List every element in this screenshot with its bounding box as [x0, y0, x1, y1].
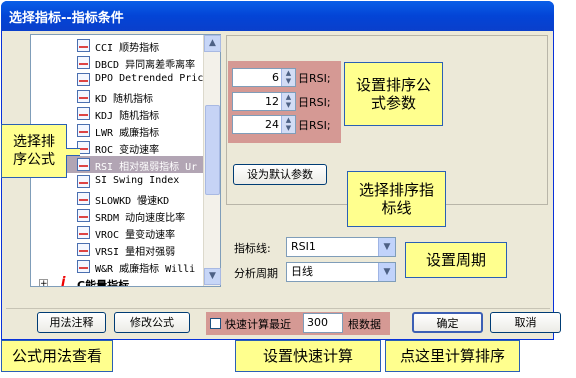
indicator-line-value: RSI1	[291, 240, 316, 253]
formula-icon	[77, 243, 90, 256]
tree-item[interactable]: CCI 顺势指标	[31, 37, 206, 54]
callout-text: 设置排序公式参数	[355, 76, 431, 112]
callout-text: 点这里计算排序	[399, 347, 505, 365]
formula-icon	[77, 90, 90, 103]
param-1-value: 6	[272, 71, 279, 84]
formula-icon	[77, 73, 90, 86]
callout-pointer	[66, 148, 80, 156]
scroll-down-button[interactable]: ▼	[204, 268, 221, 285]
callout-choose-line: 选择排序指标线	[347, 171, 446, 227]
tree-item-label: CCI 顺势指标	[95, 43, 160, 54]
tree-item[interactable]: KDJ 随机指标	[31, 105, 206, 122]
param-2-value: 12	[265, 95, 279, 108]
spinner-arrows-icon[interactable]: ▲ ▼	[281, 69, 295, 86]
tree-item[interactable]: VRSI 量相对强弱	[31, 241, 206, 258]
tree-item-label: RSI 相对强弱指标 Ur	[95, 162, 198, 173]
callout-set-params: 设置排序公式参数	[344, 62, 443, 126]
tree-item-label: C能量指标	[77, 279, 130, 287]
period-label: 分析周期	[234, 267, 278, 280]
tree-item[interactable]: DPO Detrended Price	[31, 71, 210, 88]
expand-icon[interactable]: +	[39, 279, 48, 286]
formula-icon	[77, 56, 90, 69]
chevron-down-icon[interactable]: ▼	[378, 238, 395, 256]
callout-choose-formula: 选择排序公式	[1, 124, 67, 178]
callout-fast-calc: 设置快速计算	[235, 340, 381, 372]
fast-calc-count-input[interactable]: 300	[303, 313, 343, 333]
usage-notes-button[interactable]: 用法注释	[37, 312, 106, 333]
formula-icon	[77, 39, 90, 52]
chevron-down-icon[interactable]: ▼	[378, 263, 395, 281]
tree-item-label: SLOWKD 慢速KD	[95, 196, 170, 207]
param-1-unit: 日RSI;	[298, 72, 331, 85]
callout-text: 选择排序指标线	[358, 181, 434, 217]
tree-item[interactable]: VROC 量变动速率	[31, 224, 206, 241]
ok-button[interactable]: 确定	[412, 312, 483, 333]
divider	[6, 308, 550, 309]
tree-item[interactable]: DBCD 异同离差乖离率	[31, 54, 206, 71]
fast-calc-checkbox[interactable]	[210, 318, 221, 329]
tree-item-label: DPO Detrended Price	[95, 73, 210, 84]
tree-item[interactable]: SRDM 动向速度比率	[31, 207, 206, 224]
callout-text: 选择排序公式	[13, 134, 55, 168]
tree-item-label: VROC 量变动速率	[95, 230, 176, 241]
tree-item-label: KDJ 随机指标	[95, 111, 160, 122]
tree-scrollbar[interactable]: ▲ ▼	[203, 35, 221, 286]
formula-icon	[77, 175, 90, 188]
param-3-value: 24	[265, 118, 279, 131]
param-3-spinner[interactable]: 24 ▲ ▼	[232, 115, 296, 134]
spinner-arrows-icon[interactable]: ▲ ▼	[281, 116, 295, 133]
tree-item[interactable]: SLOWKD 慢速KD	[31, 190, 206, 207]
callout-calc-sort: 点这里计算排序	[385, 340, 520, 372]
callout-text: 设置周期	[425, 251, 486, 269]
formula-icon	[77, 260, 90, 273]
param-3-unit: 日RSI;	[298, 119, 331, 132]
tree-item[interactable]: W&R 威廉指标 Willi	[31, 258, 206, 275]
formula-icon	[77, 226, 90, 239]
tree-item-label: VRSI 量相对强弱	[95, 247, 176, 258]
param-1-spinner[interactable]: 6 ▲ ▼	[232, 68, 296, 87]
tree-item-label: LWR 威廉指标	[95, 128, 160, 139]
tree-item-label: SI Swing Index	[95, 175, 180, 186]
param-2-unit: 日RSI;	[298, 96, 331, 109]
category-info-icon: i	[61, 275, 66, 287]
set-default-params-button[interactable]: 设为默认参数	[233, 164, 327, 185]
title-bar[interactable]: 选择指标--指标条件	[1, 1, 554, 31]
tree-item[interactable]: KD 随机指标	[31, 88, 206, 105]
period-select[interactable]: 日线 ▼	[286, 262, 396, 282]
callout-usage-view: 公式用法查看	[1, 340, 113, 372]
formula-icon	[77, 209, 90, 222]
tree-item-label: KD 随机指标	[95, 94, 154, 105]
scroll-up-button[interactable]: ▲	[204, 35, 221, 52]
dialog-title: 选择指标--指标条件	[9, 11, 124, 26]
callout-text: 设置快速计算	[262, 347, 353, 365]
fast-calc-suffix: 根数据	[348, 318, 381, 331]
formula-icon	[77, 192, 90, 205]
callout-set-period: 设置周期	[405, 242, 507, 278]
formula-icon	[77, 124, 90, 137]
indicator-line-label: 指标线:	[234, 242, 271, 255]
callout-text: 公式用法查看	[11, 347, 102, 365]
tree-category[interactable]: + i C能量指标	[31, 275, 206, 287]
period-value: 日线	[291, 265, 313, 278]
tree-item-label: DBCD 异同离差乖离率	[95, 60, 196, 71]
scroll-thumb[interactable]	[205, 105, 220, 195]
indicator-line-select[interactable]: RSI1 ▼	[286, 237, 396, 257]
formula-icon	[77, 107, 90, 120]
tree-item-label: SRDM 动向速度比率	[95, 213, 186, 224]
formula-icon	[77, 158, 90, 171]
tree-item-label: ROC 变动速率	[95, 145, 160, 156]
fast-calc-label: 快速计算最近	[225, 318, 291, 331]
param-2-spinner[interactable]: 12 ▲ ▼	[232, 92, 296, 111]
tree-item-label: W&R 威廉指标 Willi	[95, 264, 196, 275]
cancel-button[interactable]: 取消	[490, 312, 561, 333]
modify-formula-button[interactable]: 修改公式	[114, 312, 190, 333]
spinner-arrows-icon[interactable]: ▲ ▼	[281, 93, 295, 110]
